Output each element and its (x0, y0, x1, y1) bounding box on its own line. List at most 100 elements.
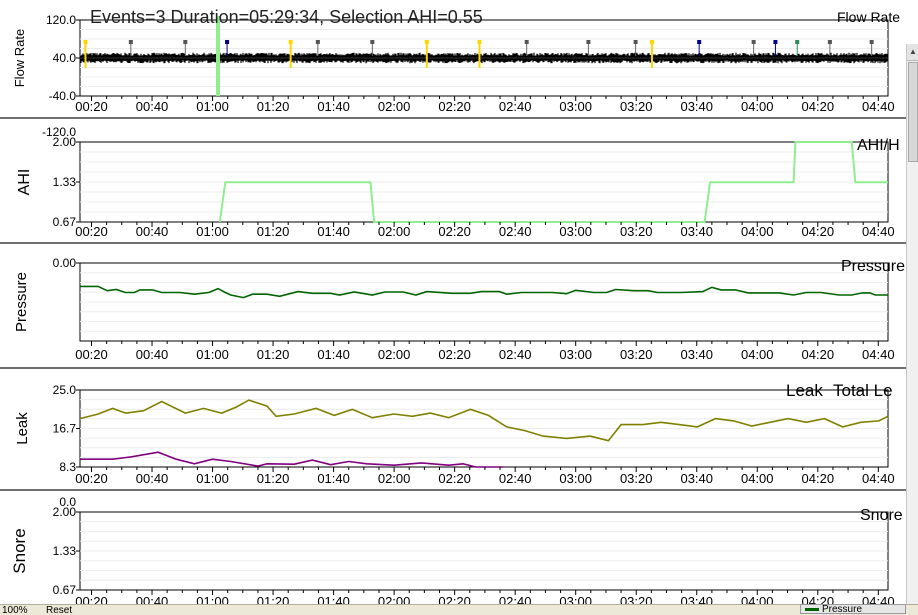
y-tick-label: 1.33 (53, 175, 77, 189)
flow-event-flag (697, 40, 702, 44)
flow-event-flag (183, 40, 188, 44)
y-tick-label: -40.0 (49, 89, 77, 103)
x-tick-label: 00:40 (136, 347, 169, 362)
y-tick-label: 0.0 (59, 495, 76, 509)
x-tick-label: 02:00 (378, 471, 411, 486)
flow-event-flag (869, 40, 874, 44)
x-tick-label: 03:00 (559, 347, 592, 362)
y-tick-label: -120.0 (42, 125, 76, 139)
x-tick-label: 02:00 (378, 99, 411, 114)
x-tick-label: 04:00 (741, 224, 774, 239)
flow-event-flag (288, 40, 293, 44)
x-tick-label: 04:00 (741, 347, 774, 362)
x-tick-label: 00:40 (136, 224, 169, 239)
x-tick-label: 00:20 (75, 224, 108, 239)
flow-event-spike (215, 16, 220, 96)
x-tick-label: 02:20 (438, 99, 471, 114)
x-tick-label: 04:00 (741, 471, 774, 486)
legend-label: Flow Rate (837, 9, 900, 25)
x-tick-label: 04:20 (802, 224, 835, 239)
legend-label: Leak (786, 381, 823, 400)
x-tick-label: 04:40 (862, 224, 895, 239)
x-tick-label: 00:20 (75, 99, 108, 114)
vertical-scrollbar[interactable]: ▲ (906, 44, 918, 604)
x-tick-label: 02:00 (378, 347, 411, 362)
y-tick-label: 25.0 (53, 383, 77, 397)
legend-label: AHI/H (857, 137, 900, 154)
pressure-legend: Pressure (841, 258, 905, 275)
flow-event-flag (524, 40, 529, 44)
flow-event-flag (773, 40, 778, 44)
x-tick-label: 04:40 (862, 471, 895, 486)
flow-event-flag (225, 40, 230, 44)
flow-rate-panel[interactable]: Flow Rate 120.0 40.0 -40.0 00:20 00:40 01:00… (12, 7, 900, 114)
x-tick-label: 02:40 (499, 471, 532, 486)
y-tick-label: 8.3 (59, 460, 76, 474)
x-tick-label: 01:40 (317, 347, 350, 362)
ahi-x-ticks: 00:20 00:40 01:00 01:20 01:40 02:00 02:20 02:40… (75, 222, 895, 239)
x-tick-label: 03:40 (680, 99, 713, 114)
scrollbar-thumb[interactable] (908, 62, 918, 162)
x-tick-label: 01:00 (196, 471, 229, 486)
ahi-axis-label: AHI (16, 169, 33, 196)
x-tick-label: 01:20 (257, 224, 290, 239)
flow-rate-x-ticks: 00:20 00:40 01:00 01:20 01:40 02:00 02:20 02:40… (75, 96, 895, 114)
flow-rate-axis-label: Flow Rate (12, 29, 27, 88)
x-tick-label: 00:20 (75, 471, 108, 486)
x-tick-label: 03:20 (620, 224, 653, 239)
y-tick-label: 16.7 (53, 422, 77, 436)
flow-event-flag (827, 40, 832, 44)
x-tick-label: 01:00 (196, 224, 229, 239)
x-tick-label: 00:40 (136, 99, 169, 114)
x-tick-label: 00:20 (75, 347, 108, 362)
ahi-y-ticks: 2.001.330.67-120.0 (42, 125, 80, 229)
x-tick-label: 02:20 (438, 347, 471, 362)
y-tick-label: 0.00 (53, 256, 77, 270)
ahi-panel[interactable]: AHI 2.001.330.67-120.0 00:20 00:40 01:00 01… (16, 125, 900, 239)
flow-event-flag (649, 40, 654, 44)
x-tick-label: 04:20 (802, 99, 835, 114)
ahi-legend: AHI/H (857, 137, 900, 154)
x-tick-label: 03:00 (559, 471, 592, 486)
x-tick-label: 04:00 (741, 99, 774, 114)
series-selector-dropdown[interactable]: Pressure (800, 604, 906, 614)
x-tick-label: 04:40 (862, 347, 895, 362)
x-tick-label: 02:20 (438, 471, 471, 486)
oscar-chart-stack: Flow Rate 120.0 40.0 -40.0 00:20 00:40 01:00… (0, 7, 906, 609)
x-tick-label: 04:40 (862, 99, 895, 114)
pressure-axis-label: Pressure (13, 272, 30, 332)
series-swatch-icon (805, 607, 819, 611)
series-selector-label: Pressure (822, 604, 863, 614)
leak-panel[interactable]: Leak 25.0 16.7 8.3 00:20 00:40 01:00 01:20 01:… (14, 381, 895, 486)
legend-label: Total Le (833, 381, 893, 400)
x-tick-label: 02:40 (499, 99, 532, 114)
flow-event-flag (315, 40, 320, 44)
legend-label: Pressure (841, 258, 905, 275)
flow-event-flag (795, 40, 800, 44)
x-tick-label: 03:40 (680, 347, 713, 362)
y-tick-label: 120.0 (46, 13, 76, 27)
pressure-x-ticks: 00:20 00:40 01:00 01:20 01:40 02:00 02:20 02:40… (75, 341, 895, 362)
y-tick-label: 1.33 (53, 544, 77, 558)
flow-event-flag (83, 40, 88, 44)
flow-event-flag (128, 40, 133, 44)
leak-y-ticks: 25.0 16.7 8.3 (53, 383, 80, 474)
x-tick-label: 03:00 (559, 224, 592, 239)
leak-x-ticks: 00:20 00:40 01:00 01:20 01:40 02:00 02:20 02:40… (75, 467, 895, 486)
x-tick-label: 02:00 (378, 224, 411, 239)
snore-axis-label: Snore (10, 528, 29, 573)
x-tick-label: 03:20 (620, 471, 653, 486)
x-tick-label: 04:20 (802, 471, 835, 486)
leak-axis-label: Leak (14, 412, 31, 445)
pressure-panel[interactable]: Pressure 0.00 00:20 00:40 01:00 01:20 01:40 0… (13, 256, 905, 362)
flow-event-flag (370, 40, 375, 44)
x-tick-label: 03:00 (559, 99, 592, 114)
x-tick-label: 03:40 (680, 224, 713, 239)
scroll-up-arrow-icon[interactable]: ▲ (907, 44, 918, 61)
snore-legend: Snore (860, 507, 903, 524)
x-tick-label: 03:20 (620, 347, 653, 362)
flow-event-flag (424, 40, 429, 44)
x-tick-label: 01:00 (196, 99, 229, 114)
status-bar: 100% Reset (0, 604, 918, 615)
snore-panel[interactable]: Snore 2.001.330.670.0 00:20 00:40 01:00 01:… (10, 495, 903, 609)
